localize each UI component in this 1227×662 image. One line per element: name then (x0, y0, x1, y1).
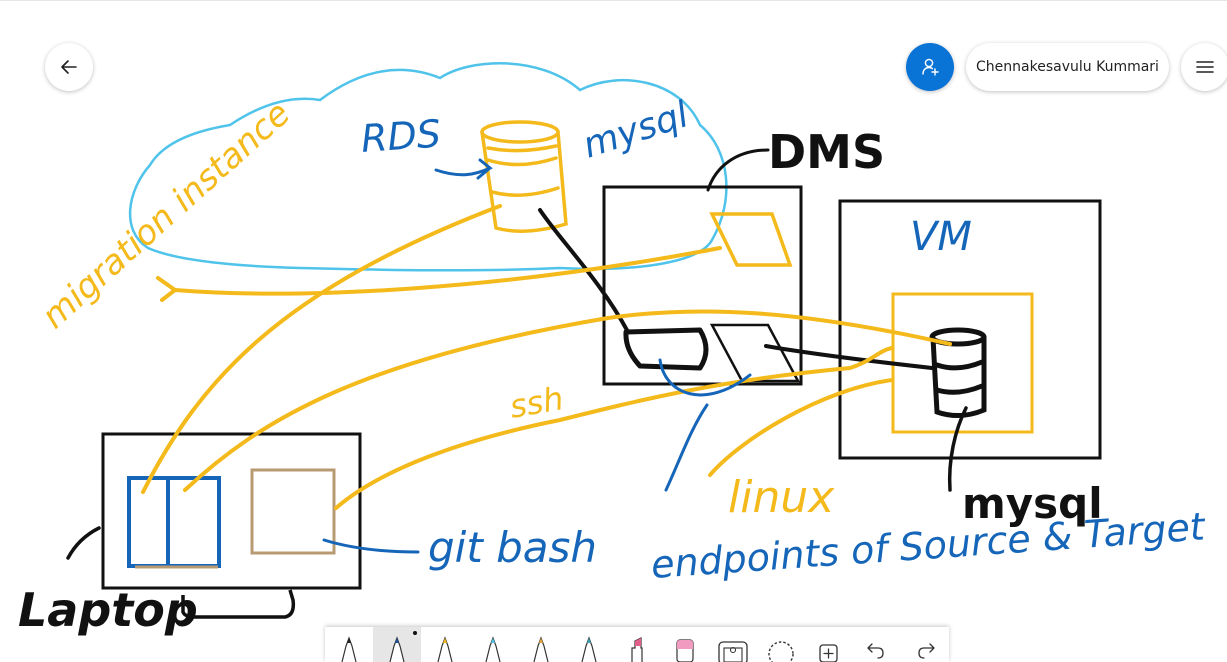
teal-pen-tool[interactable] (565, 627, 613, 662)
laptop-stand (181, 589, 296, 619)
cyan-pen-tool[interactable] (469, 627, 517, 662)
image-tool[interactable] (709, 627, 757, 662)
yellow-pen-tool[interactable] (421, 627, 469, 662)
orange-pen-tool[interactable] (517, 627, 565, 662)
pen-icon (341, 636, 357, 662)
undo-icon (867, 643, 884, 659)
laptop-leader (66, 526, 101, 560)
arrow-left-icon (61, 60, 77, 74)
label-migration-instance: migration instance (34, 94, 298, 337)
highlighter-icon (631, 637, 643, 662)
whiteboard-canvas[interactable]: RDS mysql DMS VM migration instance ssh … (0, 0, 1227, 662)
eraser-icon (676, 639, 694, 662)
highlighter-tool[interactable] (613, 627, 661, 662)
undo-tool[interactable] (853, 627, 901, 662)
label-laptop: Laptop (18, 583, 198, 637)
add-tool[interactable] (805, 627, 853, 662)
hamburger-icon (1196, 61, 1214, 73)
pen-icon (485, 636, 501, 662)
invite-button[interactable] (906, 43, 954, 91)
blue-connections (322, 158, 752, 554)
back-button[interactable] (45, 43, 93, 91)
redo-tool[interactable] (901, 627, 949, 662)
lasso-tool[interactable] (757, 627, 805, 662)
dms-target-endpoint (709, 323, 801, 383)
laptop-window-tan (250, 468, 336, 555)
label-linux: linux (728, 472, 835, 523)
person-add-icon (922, 58, 939, 76)
pen-icon (533, 636, 549, 662)
pen-icon (581, 636, 597, 662)
blue-pen-tool[interactable] (373, 627, 421, 662)
pen-icon (437, 636, 453, 662)
dms-source-endpoint (623, 327, 709, 371)
eraser-tool[interactable] (661, 627, 709, 662)
dms-to-vm-line (764, 344, 934, 370)
redo-icon (918, 643, 935, 659)
label-git-bash: git bash (428, 523, 597, 572)
dms-task-shape (709, 212, 793, 267)
rds-database-icon (480, 120, 568, 233)
menu-button[interactable] (1181, 43, 1227, 91)
image-icon (718, 641, 748, 662)
label-vm: VM (910, 214, 972, 260)
label-dms: DMS (768, 125, 885, 179)
user-account-button[interactable]: Chennakesavulu Kummari (966, 43, 1169, 91)
add-box-icon (819, 644, 838, 662)
dms-leader-line (706, 148, 770, 192)
ink-toolbar (325, 627, 949, 662)
black-pen-tool[interactable] (325, 627, 373, 662)
user-name: Chennakesavulu Kummari (976, 59, 1159, 75)
pen-icon (389, 636, 405, 662)
active-tool-indicator (413, 631, 417, 635)
lasso-icon (768, 641, 794, 662)
label-rds: RDS (360, 112, 443, 161)
mysql-leader-line (947, 406, 968, 492)
label-mysql-cloud: mysql (578, 94, 693, 166)
